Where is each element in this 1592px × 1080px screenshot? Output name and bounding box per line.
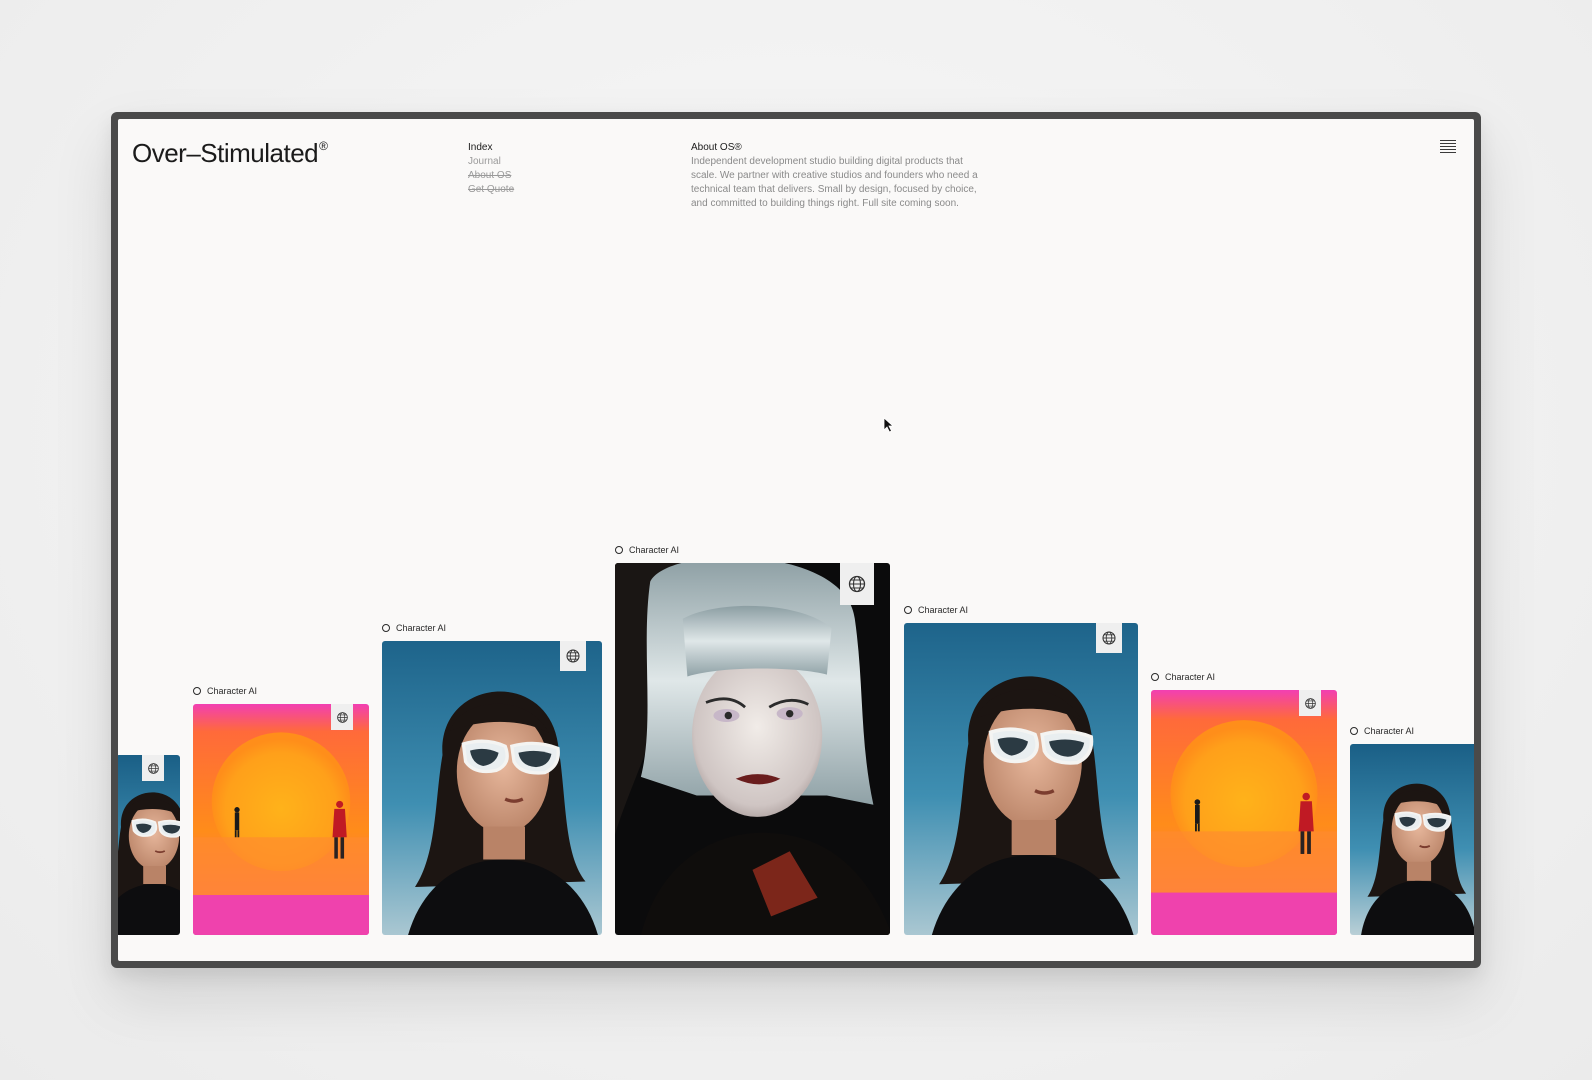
nav-item-get-quote[interactable]: Get Quote bbox=[468, 183, 514, 197]
card-image-desert-sunset[interactable] bbox=[193, 704, 369, 935]
brand-name: Over–Stimulated bbox=[132, 138, 319, 168]
globe-icon bbox=[336, 711, 349, 724]
main-nav: Index Journal About OS Get Quote bbox=[468, 141, 514, 197]
portrait-image bbox=[615, 563, 890, 935]
portrait-image bbox=[382, 641, 602, 935]
circle-icon bbox=[382, 624, 390, 632]
card-badge bbox=[560, 641, 586, 671]
brand-mark: ® bbox=[319, 139, 328, 153]
mouse-cursor-icon bbox=[883, 417, 895, 433]
card-title[interactable]: Character AI bbox=[1350, 725, 1414, 737]
desert-sunset-image bbox=[193, 704, 369, 935]
globe-icon bbox=[565, 648, 581, 664]
globe-icon bbox=[847, 574, 867, 594]
circle-icon bbox=[1350, 727, 1358, 735]
card-title-text: Character AI bbox=[918, 605, 969, 615]
card-badge bbox=[840, 563, 874, 605]
site-viewport: Over–Stimulated® Index Journal About OS … bbox=[118, 119, 1474, 961]
globe-icon bbox=[1101, 630, 1117, 646]
card-title-text: Character AI bbox=[1165, 672, 1216, 682]
about-section: About OS® Independent development studio… bbox=[691, 141, 991, 211]
card-title[interactable]: Character AI bbox=[615, 544, 679, 556]
circle-icon bbox=[1151, 673, 1159, 681]
brand-logo[interactable]: Over–Stimulated® bbox=[132, 138, 328, 169]
circle-icon bbox=[193, 687, 201, 695]
card-title-text: Character AI bbox=[207, 686, 258, 696]
card-title[interactable]: Character AI bbox=[904, 604, 968, 616]
globe-icon bbox=[147, 762, 160, 775]
portrait-image bbox=[118, 755, 180, 935]
desert-sunset-image bbox=[1151, 690, 1337, 935]
card-title[interactable]: Character AI bbox=[193, 685, 257, 697]
portrait-image bbox=[904, 623, 1138, 935]
circle-icon bbox=[615, 546, 623, 554]
gallery-card[interactable]: Character AI bbox=[1151, 671, 1337, 935]
card-image-portrait-sunglasses[interactable] bbox=[118, 755, 180, 935]
globe-icon bbox=[1304, 697, 1317, 710]
portrait-image bbox=[1350, 744, 1474, 935]
gallery-card[interactable]: Character AI bbox=[193, 685, 369, 935]
gallery-card[interactable] bbox=[118, 755, 180, 935]
card-image-desert-sunset[interactable] bbox=[1151, 690, 1337, 935]
about-description: Independent development studio building … bbox=[691, 156, 978, 209]
card-image-portrait-silver-hair[interactable] bbox=[615, 563, 890, 935]
card-title-text: Character AI bbox=[629, 545, 680, 555]
hamburger-icon[interactable] bbox=[1440, 140, 1456, 156]
gallery-card[interactable]: Character AI bbox=[904, 604, 1138, 935]
nav-item-journal[interactable]: Journal bbox=[468, 155, 514, 169]
card-image-portrait-sunglasses[interactable] bbox=[382, 641, 602, 935]
nav-item-about[interactable]: About OS bbox=[468, 169, 514, 183]
card-title-text: Character AI bbox=[396, 623, 447, 633]
gallery-card-featured[interactable]: Character AI bbox=[615, 544, 890, 935]
card-image-portrait-sunglasses[interactable] bbox=[1350, 744, 1474, 935]
card-title[interactable]: Character AI bbox=[382, 622, 446, 634]
card-badge bbox=[1299, 690, 1321, 716]
card-badge bbox=[331, 704, 353, 730]
card-title-text: Character AI bbox=[1364, 726, 1415, 736]
nav-item-index[interactable]: Index bbox=[468, 141, 514, 155]
browser-frame: Over–Stimulated® Index Journal About OS … bbox=[111, 112, 1481, 968]
about-title: About OS® bbox=[691, 142, 742, 153]
gallery-card[interactable]: Character AI bbox=[382, 622, 602, 935]
card-badge bbox=[1096, 623, 1122, 653]
circle-icon bbox=[904, 606, 912, 614]
gallery-card[interactable]: Character AI bbox=[1350, 725, 1474, 935]
card-title[interactable]: Character AI bbox=[1151, 671, 1215, 683]
card-badge bbox=[142, 755, 164, 781]
card-image-portrait-sunglasses[interactable] bbox=[904, 623, 1138, 935]
